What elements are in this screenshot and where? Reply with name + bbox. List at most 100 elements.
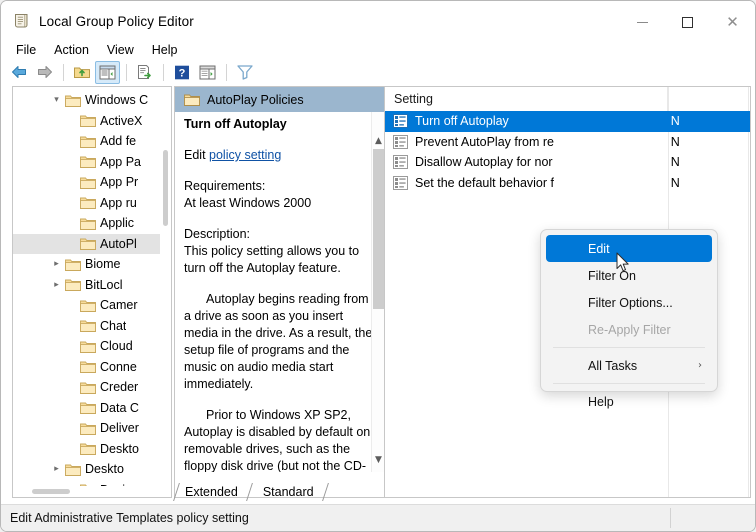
forward-icon[interactable] bbox=[32, 61, 57, 84]
tree-item-chat[interactable]: Chat bbox=[13, 316, 161, 337]
maximize-button[interactable] bbox=[665, 1, 710, 43]
tree-item-camera[interactable]: Camer bbox=[13, 295, 161, 316]
tree-vertical-scrollbar-thumb[interactable] bbox=[163, 150, 168, 226]
context-menu-item-filter-on[interactable]: Filter On bbox=[546, 262, 712, 289]
tree-item-activex[interactable]: ActiveX bbox=[13, 111, 161, 132]
menu-file[interactable]: File bbox=[7, 40, 45, 60]
folder-icon bbox=[64, 257, 81, 271]
requirements-value: At least Windows 2000 bbox=[184, 196, 312, 210]
chevron-placeholder bbox=[64, 297, 79, 313]
toolbar-separator bbox=[226, 63, 227, 81]
chevron-placeholder bbox=[64, 236, 79, 252]
tree-item-label: Creder bbox=[100, 380, 139, 395]
tree-item-desktop-window-manager[interactable]: ▸ Deskto bbox=[13, 459, 161, 480]
policy-details-pane: Turn off Autoplay Edit policy setting Re… bbox=[175, 112, 384, 472]
folder-icon bbox=[79, 298, 96, 312]
tab-label: Extended bbox=[185, 485, 238, 499]
folder-icon bbox=[79, 421, 96, 435]
context-menu-item-all-tasks[interactable]: All Tasks › bbox=[546, 352, 712, 379]
context-menu-separator bbox=[553, 347, 705, 348]
back-icon[interactable] bbox=[6, 61, 31, 84]
tree-item-application[interactable]: Applic bbox=[13, 213, 161, 234]
edit-policy-line: Edit policy setting bbox=[184, 147, 374, 164]
toolbar: ? bbox=[1, 59, 755, 85]
tree-item-label: Deskto bbox=[85, 462, 124, 477]
folder-icon bbox=[79, 442, 96, 456]
tree-item-windows-components[interactable]: ▾ Windows C bbox=[13, 90, 161, 111]
menu-help[interactable]: Help bbox=[143, 40, 187, 60]
tree-item-app-runtime[interactable]: App ru bbox=[13, 193, 161, 214]
tree-item-data-collection[interactable]: Data C bbox=[13, 398, 161, 419]
context-menu-separator bbox=[553, 383, 705, 384]
export-list-icon[interactable] bbox=[132, 61, 157, 84]
tree-item-desktop-gadgets[interactable]: Deskto bbox=[13, 439, 161, 460]
tree-horizontal-scrollbar[interactable] bbox=[13, 486, 171, 497]
tree-item-label: App Pr bbox=[100, 175, 139, 190]
tree-item-cloud-content[interactable]: Cloud bbox=[13, 336, 161, 357]
chevron-placeholder bbox=[64, 318, 79, 334]
chevron-right-icon: › bbox=[698, 360, 702, 371]
folder-icon bbox=[79, 401, 96, 415]
tree-item-credential-ui[interactable]: Creder bbox=[13, 377, 161, 398]
tree-item-label: Data C bbox=[100, 400, 139, 415]
policy-setting-icon bbox=[392, 175, 409, 190]
filter-icon[interactable] bbox=[232, 61, 257, 84]
folder-icon bbox=[64, 278, 81, 292]
tree-item-label: Applic bbox=[100, 216, 135, 231]
tree-item-app-package[interactable]: App Pa bbox=[13, 152, 161, 173]
view-tabs: Extended Standard bbox=[173, 482, 329, 501]
chevron-right-icon[interactable]: ▸ bbox=[49, 461, 64, 477]
folder-icon bbox=[64, 462, 81, 476]
window-controls: ✕ bbox=[620, 1, 755, 43]
chevron-placeholder bbox=[64, 154, 79, 170]
menu-action[interactable]: Action bbox=[45, 40, 98, 60]
svg-text:?: ? bbox=[178, 67, 185, 79]
tree-vertical-scrollbar[interactable] bbox=[160, 87, 171, 497]
policy-setting-link[interactable]: policy setting bbox=[209, 148, 281, 162]
close-button[interactable]: ✕ bbox=[710, 1, 755, 43]
chevron-placeholder bbox=[64, 215, 79, 231]
tree-item-delivery-optimization[interactable]: Deliver bbox=[13, 418, 161, 439]
tree-item-app-privacy[interactable]: App Pr bbox=[13, 172, 161, 193]
table-row[interactable]: Prevent AutoPlay from re N bbox=[385, 132, 750, 153]
table-row[interactable]: Turn off Autoplay N bbox=[385, 111, 750, 132]
table-row[interactable]: Disallow Autoplay for nor N bbox=[385, 152, 750, 173]
tree-item-bitlocker[interactable]: ▸ BitLocl bbox=[13, 275, 161, 296]
show-action-pane-icon[interactable] bbox=[195, 61, 220, 84]
context-menu-item-edit[interactable]: Edit bbox=[546, 235, 712, 262]
help-icon[interactable]: ? bbox=[169, 61, 194, 84]
chevron-right-icon[interactable]: ▸ bbox=[49, 256, 64, 272]
folder-icon bbox=[79, 360, 96, 374]
tree-item-biometrics[interactable]: ▸ Biome bbox=[13, 254, 161, 275]
tree-item-label: Add fe bbox=[100, 134, 137, 149]
description-paragraph-2: Autoplay begins reading from a drive as … bbox=[184, 292, 373, 391]
context-menu-item-filter-options[interactable]: Filter Options... bbox=[546, 289, 712, 316]
minimize-button[interactable] bbox=[620, 1, 665, 43]
column-header-setting[interactable]: Setting bbox=[385, 87, 668, 111]
show-hide-console-tree-icon[interactable] bbox=[95, 60, 120, 84]
details-vertical-scrollbar[interactable]: ▲ ▼ bbox=[371, 112, 385, 472]
chevron-placeholder bbox=[64, 195, 79, 211]
context-menu-item-re-apply-filter: Re-Apply Filter bbox=[546, 316, 712, 343]
chevron-right-icon[interactable]: ▸ bbox=[49, 277, 64, 293]
chevron-down-icon[interactable]: ▾ bbox=[49, 92, 64, 108]
folder-icon bbox=[64, 93, 81, 107]
up-folder-icon[interactable] bbox=[69, 61, 94, 84]
status-bar-divider bbox=[670, 508, 671, 528]
tab-extended[interactable]: Extended bbox=[173, 483, 253, 501]
column-header-state[interactable] bbox=[668, 87, 748, 111]
description-paragraph-3: Prior to Windows XP SP2, Autoplay is dis… bbox=[184, 408, 371, 472]
context-menu-item-help[interactable]: Help bbox=[546, 388, 712, 415]
tree-horizontal-scrollbar-thumb[interactable] bbox=[32, 489, 70, 494]
tree-item-label: Deliver bbox=[100, 421, 139, 436]
tree-item-autoplay-policies[interactable]: AutoPl bbox=[13, 233, 161, 254]
context-menu: Edit Filter On Filter Options... Re-Appl… bbox=[540, 229, 718, 409]
tree-item-add-features[interactable]: Add fe bbox=[13, 131, 161, 152]
tab-standard[interactable]: Standard bbox=[252, 483, 329, 501]
policy-title: Turn off Autoplay bbox=[184, 117, 287, 131]
tree-item-connect[interactable]: Conne bbox=[13, 357, 161, 378]
console-tree: ▾ Windows C ActiveX Add fe App Pa App Pr… bbox=[13, 90, 161, 497]
table-row[interactable]: Set the default behavior f N bbox=[385, 173, 750, 194]
menu-view[interactable]: View bbox=[98, 40, 143, 60]
chevron-placeholder bbox=[64, 359, 79, 375]
